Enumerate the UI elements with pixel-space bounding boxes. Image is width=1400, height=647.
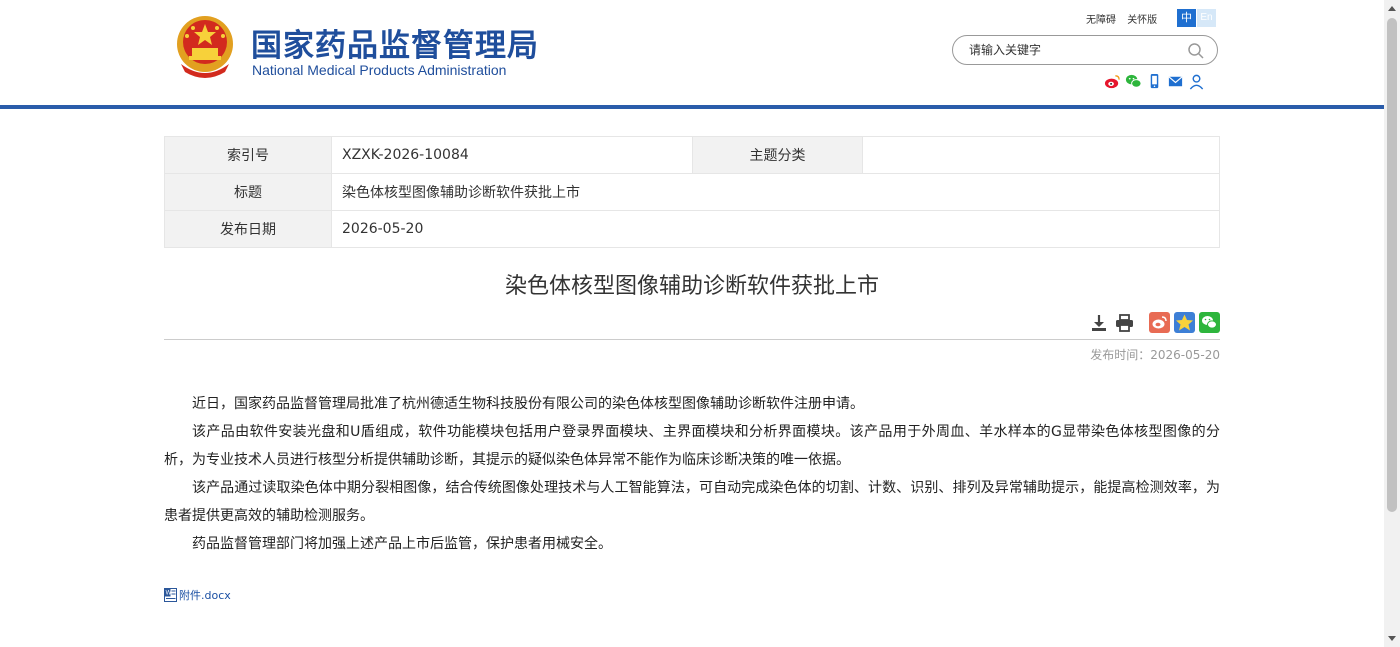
title-label: 标题 bbox=[164, 173, 332, 211]
top-links: 无障碍 关怀版 bbox=[1086, 11, 1165, 26]
social-links bbox=[1104, 72, 1205, 90]
site-header: 国家药品监督管理局 National Medical Products Admi… bbox=[0, 0, 1384, 106]
care-mode-link[interactable]: 关怀版 bbox=[1127, 15, 1157, 26]
index-label: 索引号 bbox=[164, 136, 332, 174]
share-qzone-button[interactable] bbox=[1174, 312, 1195, 333]
index-value: XZXK-2026-10084 bbox=[331, 136, 693, 174]
title-value: 染色体核型图像辅助诊断软件获批上市 bbox=[331, 173, 1220, 211]
word-document-icon: W bbox=[164, 588, 177, 602]
wechat-share-icon bbox=[1202, 316, 1217, 329]
table-row: 索引号 XZXK-2026-10084 主题分类 bbox=[164, 136, 1220, 174]
weibo-share-icon bbox=[1152, 316, 1167, 329]
lang-zh-button[interactable]: 中 bbox=[1177, 9, 1196, 27]
svg-text:W: W bbox=[166, 591, 172, 597]
page-scrollbar[interactable] bbox=[1384, 0, 1400, 647]
search-icon[interactable] bbox=[1187, 42, 1205, 60]
scrollbar-thumb[interactable] bbox=[1387, 18, 1397, 512]
publish-time: 发布时间：2026-05-20 bbox=[1090, 348, 1220, 362]
table-row: 发布日期 2026-05-20 bbox=[164, 210, 1220, 248]
share-weibo-button[interactable] bbox=[1149, 312, 1170, 333]
article-paragraph: 药品监督管理部门将加强上述产品上市后监管，保护患者用械安全。 bbox=[192, 536, 612, 552]
article-toolbar bbox=[164, 309, 1220, 340]
table-row: 标题 染色体核型图像辅助诊断软件获批上市 bbox=[164, 173, 1220, 211]
attachment-filename[interactable]: 附件.docx bbox=[179, 587, 231, 603]
download-icon[interactable] bbox=[1090, 314, 1108, 332]
national-emblem-icon bbox=[177, 16, 233, 78]
article-paragraph: 该产品通过读取染色体中期分裂相图像，结合传统图像处理技术与人工智能算法，可自动完… bbox=[164, 480, 1220, 524]
weibo-icon[interactable] bbox=[1104, 73, 1121, 90]
article-paragraph: 该产品由软件安装光盘和U盾组成，软件功能模块包括用户登录界面模块、主界面模块和分… bbox=[164, 424, 1220, 468]
scroll-up-icon[interactable] bbox=[1388, 6, 1396, 11]
mobile-icon[interactable] bbox=[1146, 73, 1163, 90]
user-icon[interactable] bbox=[1188, 73, 1205, 90]
logo-english-name[interactable]: National Medical Products Administration bbox=[252, 62, 506, 78]
mail-icon[interactable] bbox=[1167, 73, 1184, 90]
print-icon[interactable] bbox=[1115, 314, 1134, 332]
article-title: 染色体核型图像辅助诊断软件获批上市 bbox=[504, 274, 879, 299]
topic-label: 主题分类 bbox=[692, 136, 863, 174]
attachment-link[interactable]: W 附件.docx bbox=[164, 587, 231, 603]
lang-en-button[interactable]: En bbox=[1197, 9, 1216, 27]
qzone-star-icon bbox=[1176, 314, 1193, 331]
article-body: 近日，国家药品监督管理局批准了杭州德适生物科技股份有限公司的染色体核型图像辅助诊… bbox=[164, 390, 1220, 558]
search-box bbox=[952, 35, 1218, 65]
scroll-down-icon[interactable] bbox=[1388, 636, 1396, 641]
logo-chinese-name[interactable]: 国家药品监督管理局 bbox=[251, 20, 539, 65]
article-metadata-table: 索引号 XZXK-2026-10084 主题分类 标题 染色体核型图像辅助诊断软… bbox=[164, 136, 1220, 248]
search-input[interactable] bbox=[969, 41, 1179, 59]
topic-value bbox=[862, 136, 1220, 174]
header-divider bbox=[0, 105, 1384, 109]
date-value: 2026-05-20 bbox=[331, 210, 1220, 248]
date-label: 发布日期 bbox=[164, 210, 332, 248]
article-paragraph: 近日，国家药品监督管理局批准了杭州德适生物科技股份有限公司的染色体核型图像辅助诊… bbox=[192, 396, 864, 412]
accessibility-link[interactable]: 无障碍 bbox=[1086, 15, 1116, 26]
share-wechat-button[interactable] bbox=[1199, 312, 1220, 333]
wechat-icon[interactable] bbox=[1125, 73, 1142, 90]
